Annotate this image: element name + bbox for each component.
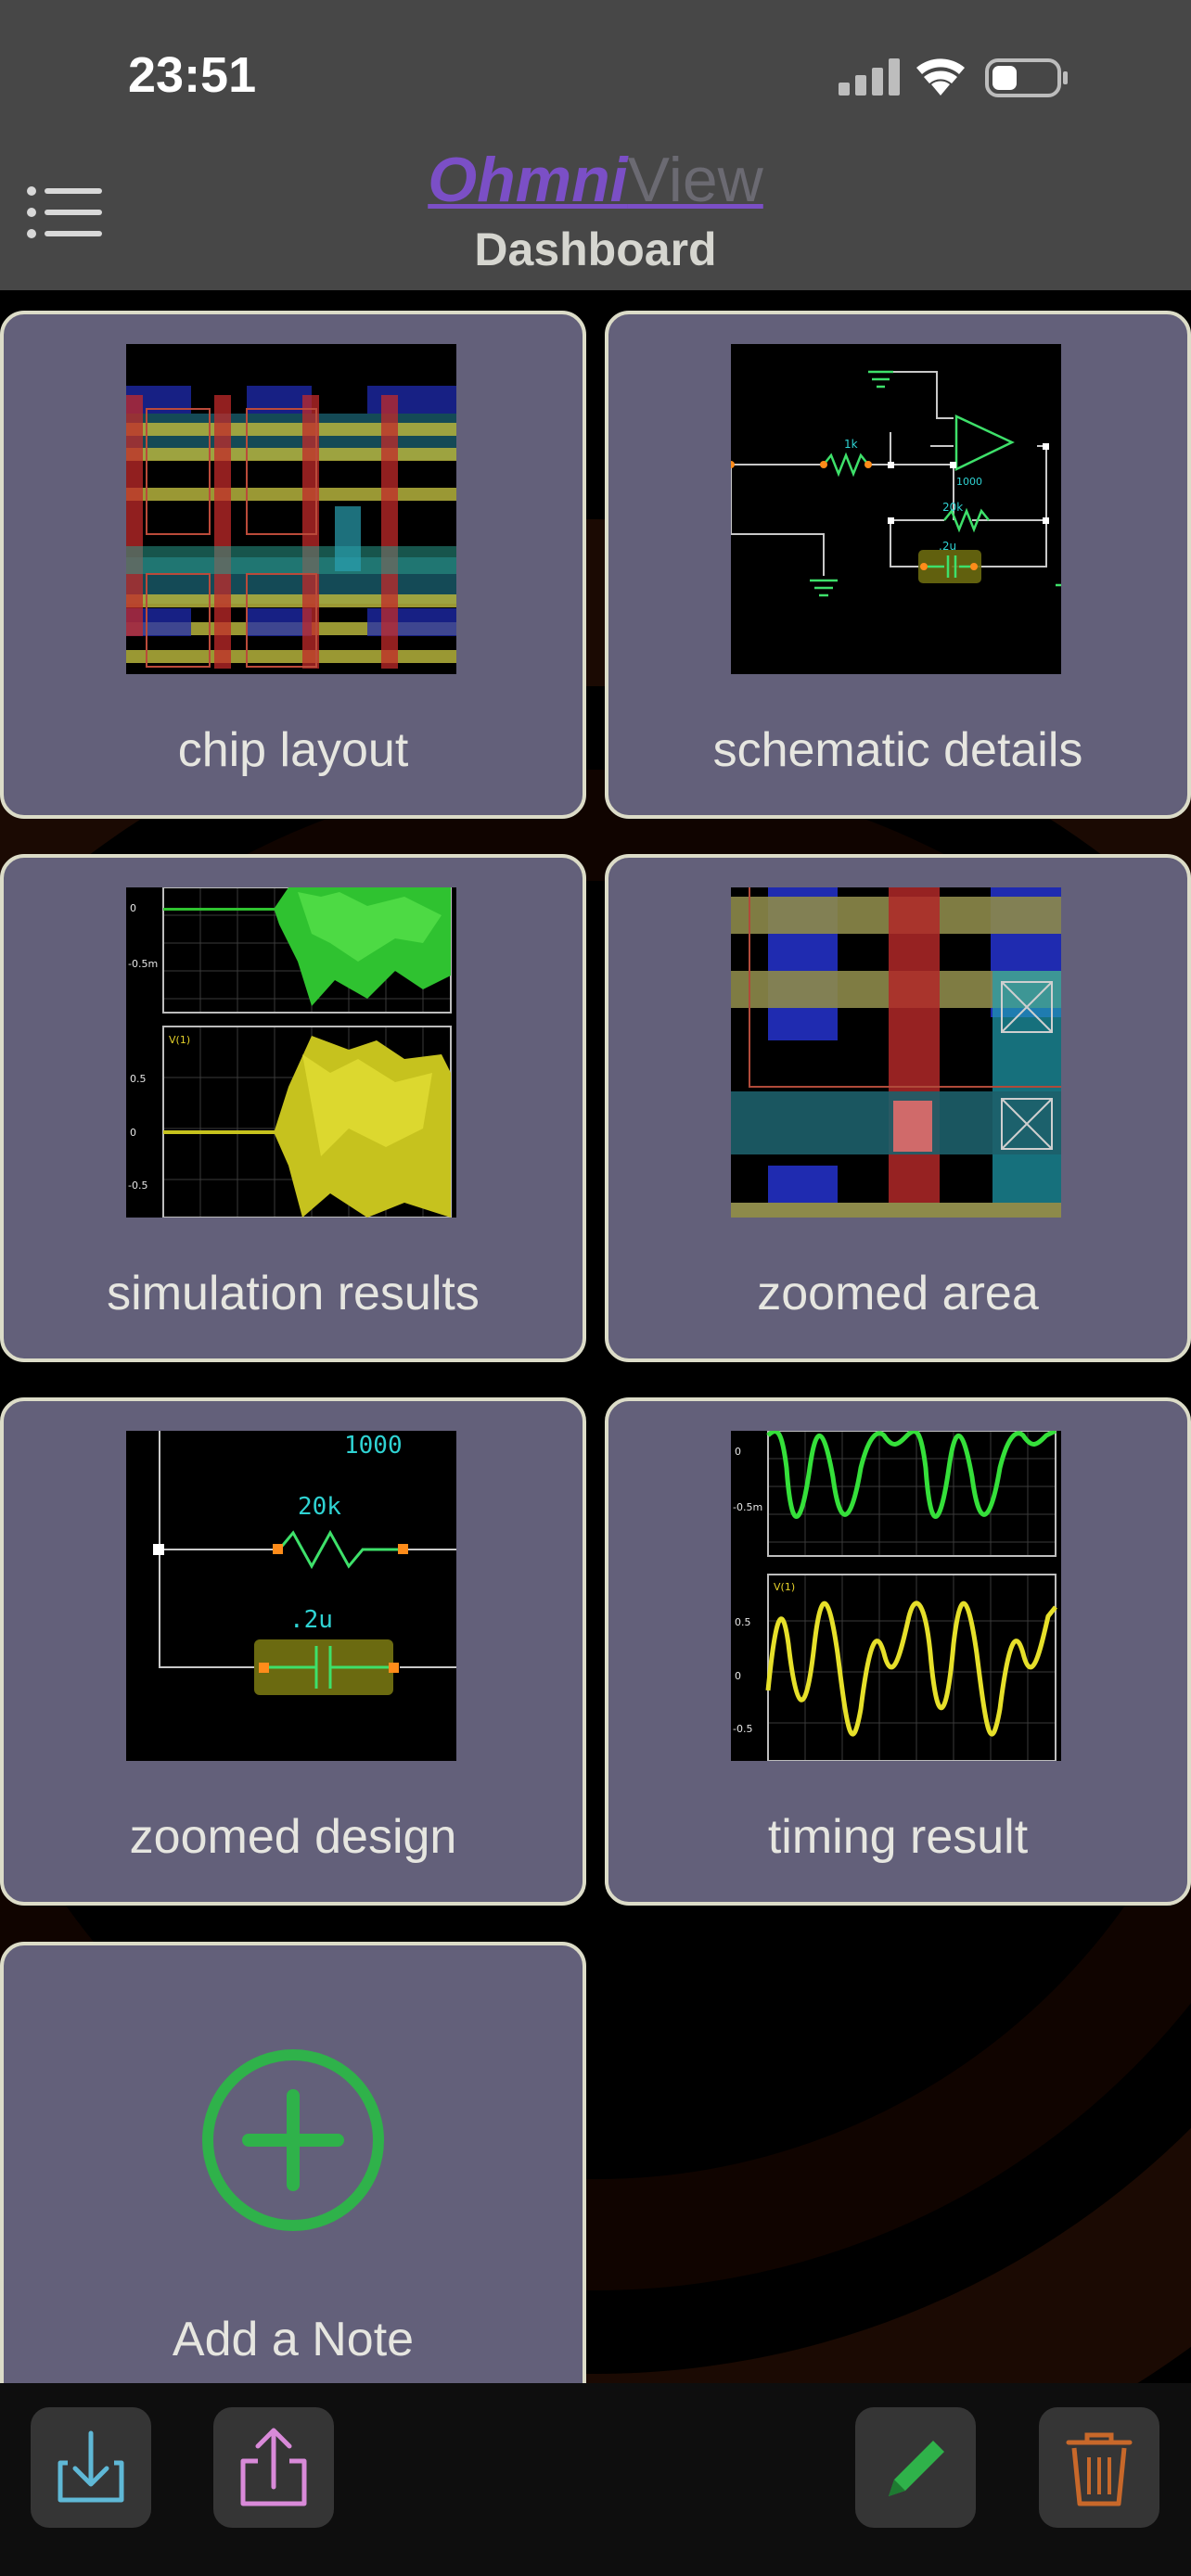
simulation-thumbnail: 0 -0.5m V(1) 0.5 0 -0.5 [126, 887, 456, 1218]
trash-icon [1066, 2432, 1133, 2506]
brand-view: View [627, 145, 763, 215]
import-icon [58, 2430, 124, 2503]
chip-layout-thumbnail [126, 344, 456, 674]
zoomed-area-thumbnail [731, 887, 1061, 1218]
design-gain-label: 1000 [344, 1432, 403, 1460]
status-time: 23:51 [128, 47, 257, 103]
add-note-label: Add a Note [172, 2313, 415, 2366]
cellular-signal-icon [839, 58, 900, 96]
schematic-c1-label: .2u [939, 540, 956, 553]
timing-yneg-label: -0.5m [733, 1501, 762, 1513]
brand-ohmni: Ohmni [428, 145, 628, 215]
design-c-label: .2u [289, 1606, 333, 1634]
schematic-gain-label: 1000 [956, 476, 982, 488]
status-icons [839, 51, 1117, 110]
card-label: zoomed design [129, 1810, 457, 1864]
share-button[interactable] [213, 2407, 334, 2528]
delete-button[interactable] [1039, 2407, 1159, 2528]
card-label: simulation results [107, 1267, 480, 1320]
share-icon [240, 2428, 307, 2506]
wifi-icon [916, 58, 965, 96]
page-title: Dashboard [474, 223, 717, 275]
timing-trace-label: V(1) [774, 1581, 795, 1593]
card-chip-layout[interactable]: chip layout [0, 311, 586, 819]
card-simulation-results[interactable]: 0 -0.5m V(1) 0.5 0 -0.5 simulation resul… [0, 854, 586, 1362]
pencil-icon [889, 2441, 944, 2496]
card-schematic-details[interactable]: 1k 20k .2u 1000 schematic details [605, 311, 1191, 819]
timing-thumbnail: 0 -0.5m V(1) 0.5 0 -0.5 [731, 1431, 1061, 1761]
add-circle-icon[interactable] [200, 2047, 386, 2233]
schematic-r1-label: 1k [844, 438, 858, 451]
timing-yneg2-label: -0.5 [733, 1723, 752, 1735]
bottom-toolbar [0, 2383, 1191, 2576]
sim-yneg2-label: -0.5 [128, 1180, 147, 1192]
zoomed-design-thumbnail: 1000 20k .2u [126, 1431, 456, 1761]
design-r-label: 20k [298, 1493, 341, 1521]
edit-button[interactable] [855, 2407, 976, 2528]
card-zoomed-area[interactable]: zoomed area [605, 854, 1191, 1362]
sim-y05-label: 0.5 [130, 1073, 147, 1085]
timing-y0-label: 0 [735, 1446, 741, 1458]
sim-y0b-label: 0 [130, 1127, 136, 1139]
card-label: zoomed area [757, 1267, 1039, 1320]
battery-icon [985, 58, 1068, 97]
card-timing-result[interactable]: 0 -0.5m V(1) 0.5 0 -0.5 timing result [605, 1397, 1191, 1906]
timing-y0b-label: 0 [735, 1670, 741, 1682]
sim-yneg-label: -0.5m [128, 958, 158, 970]
schematic-thumbnail: 1k 20k .2u 1000 [731, 344, 1061, 674]
card-zoomed-design[interactable]: 1000 20k .2u zoomed design [0, 1397, 586, 1906]
sim-trace-label: V(1) [169, 1034, 190, 1046]
import-button[interactable] [31, 2407, 151, 2528]
card-label: timing result [767, 1810, 1029, 1864]
app-brand: OhmniView [0, 144, 1191, 216]
sim-y0-label: 0 [130, 902, 136, 914]
schematic-r2-label: 20k [942, 501, 963, 514]
timing-y05-label: 0.5 [735, 1616, 751, 1628]
card-label: chip layout [177, 723, 409, 777]
card-label: schematic details [712, 723, 1083, 777]
